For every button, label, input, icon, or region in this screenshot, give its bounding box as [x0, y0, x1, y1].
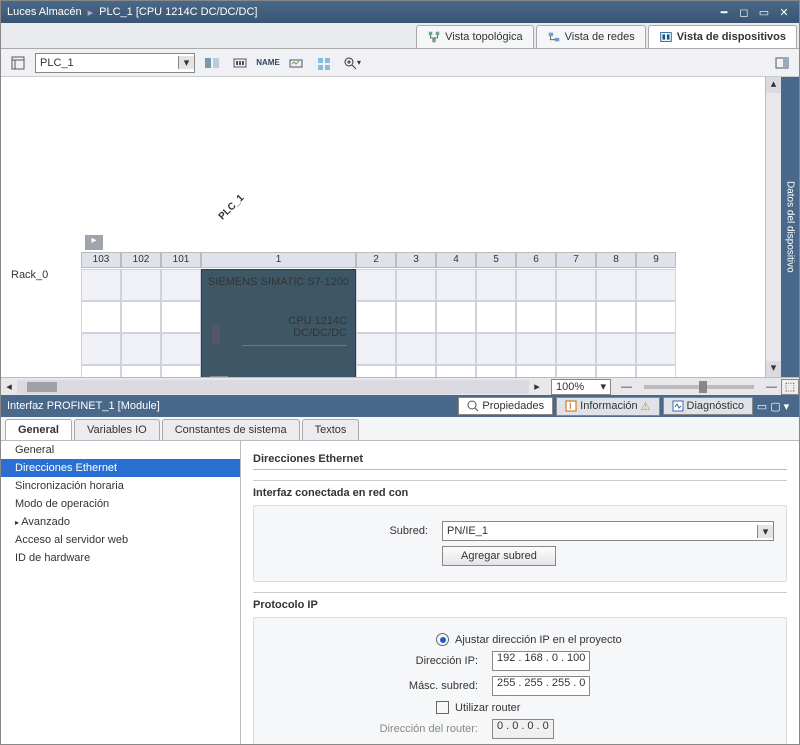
v-scrollbar[interactable]: ▴ ▾ [765, 77, 781, 377]
inspector-title: Interfaz PROFINET_1 [Module] [7, 400, 455, 412]
inspector-body: General Direcciones Ethernet Sincronizac… [1, 441, 799, 744]
toggle-tree-button[interactable] [7, 52, 29, 74]
subnet-combo[interactable]: PN/IE_1▾ [442, 521, 774, 541]
nav-advanced[interactable]: Avanzado [1, 513, 240, 531]
slot-num: 6 [516, 252, 556, 268]
slot-pointer: ▸ [85, 235, 103, 250]
warning-icon: ⚠ [641, 400, 651, 413]
ip-label: Dirección IP: [316, 655, 486, 667]
scroll-down-icon[interactable]: ▾ [766, 361, 781, 377]
slot-num: 2 [356, 252, 396, 268]
inspector-subtabs: General Variables IO Constantes de siste… [1, 417, 799, 441]
nav-mode[interactable]: Modo de operación [1, 495, 240, 513]
view-tab-row: Vista topológica Vista de redes Vista de… [1, 23, 799, 49]
slot-num: 3 [396, 252, 436, 268]
nav-ethernet[interactable]: Direcciones Ethernet [1, 459, 240, 477]
device-toolbar: PLC_1▾ NAME ▾ [1, 49, 799, 77]
router-ip-field: 0.0.0.0 [492, 719, 554, 739]
slot-num: 102 [121, 252, 161, 268]
diag-icon [672, 400, 684, 412]
slot-num: 8 [596, 252, 636, 268]
info-icon: i [565, 400, 577, 412]
property-panel: Direcciones Ethernet Interfaz conectada … [241, 441, 799, 744]
subtab-general[interactable]: General [5, 419, 72, 440]
zoom-slider[interactable] [644, 385, 754, 389]
cpu-led-strip [212, 325, 220, 345]
chevron-down-icon: ▾ [757, 525, 773, 538]
cpu-module[interactable]: SIEMENSSIMATIC S7-1200 CPU 1214C DC/DC/D… [201, 269, 356, 377]
tool-btn-right[interactable] [771, 52, 793, 74]
subtab-vario[interactable]: Variables IO [74, 419, 160, 440]
nav-sync[interactable]: Sincronización horaria [1, 477, 240, 495]
rack-label: Rack_0 [11, 269, 48, 281]
scroll-right-icon[interactable]: ▸ [529, 380, 545, 393]
radio-ip-project[interactable] [436, 633, 449, 646]
subnet-label: Subred: [266, 525, 436, 537]
tool-btn-4[interactable] [285, 52, 307, 74]
inspector-layout-buttons[interactable]: ▭ ▢ ▾ [753, 400, 793, 413]
side-panel-tab[interactable]: Datos del dispositivo [781, 77, 799, 377]
rack-shelf [81, 269, 726, 377]
property-nav-tree: General Direcciones Ethernet Sincronizac… [1, 441, 241, 744]
close-icon[interactable]: ✕ [775, 5, 793, 19]
tool-btn-2[interactable] [229, 52, 251, 74]
group-ip-title: Protocolo IP [253, 593, 787, 617]
slot-num: 5 [476, 252, 516, 268]
zoom-combo[interactable]: 100%▾ [551, 379, 611, 395]
minimize-icon[interactable]: ━ [715, 5, 733, 19]
subtab-text[interactable]: Textos [302, 419, 360, 440]
tab-device[interactable]: Vista de dispositivos [648, 25, 797, 48]
device-combo[interactable]: PLC_1▾ [35, 53, 195, 73]
mask-label: Másc. subred: [316, 680, 486, 692]
tool-btn-1[interactable] [201, 52, 223, 74]
chevron-down-icon: ▾ [600, 380, 606, 393]
tab-properties[interactable]: Propiedades [458, 397, 553, 415]
section-heading: Direcciones Ethernet [253, 449, 787, 470]
device-icon [659, 30, 673, 44]
h-scrollbar[interactable] [17, 380, 529, 394]
add-subnet-button[interactable]: Agregar subred [442, 546, 556, 566]
tab-info[interactable]: iInformación⚠ [556, 397, 659, 416]
tab-topology[interactable]: Vista topológica [416, 25, 533, 48]
scroll-left-icon[interactable]: ◂ [1, 380, 17, 393]
svg-text:i: i [569, 400, 571, 412]
slot-numbers: 103 102 101 1 2 3 4 5 6 7 8 9 [81, 252, 676, 268]
zoom-tool[interactable]: ▾ [341, 52, 363, 74]
topology-icon [427, 30, 441, 44]
canvas-footer: ◂ ▸ 100%▾ — — ⬚ [1, 377, 799, 395]
tab-network[interactable]: Vista de redes [536, 25, 646, 48]
fit-button[interactable]: ⬚ [781, 379, 799, 395]
breadcrumb-project: Luces Almacén [7, 6, 82, 18]
tab-diag[interactable]: Diagnóstico [663, 397, 753, 415]
router-ip-label: Dirección del router: [316, 723, 486, 735]
ethernet-port-icon[interactable]: ▸ [210, 376, 228, 377]
tool-btn-3[interactable]: NAME [257, 52, 279, 74]
scroll-up-icon[interactable]: ▴ [766, 77, 781, 93]
slot-num: 101 [161, 252, 201, 268]
chevron-down-icon: ▾ [178, 56, 194, 69]
restore-icon[interactable]: ◻ [735, 5, 753, 19]
inspector-header: Interfaz PROFINET_1 [Module] Propiedades… [1, 395, 799, 417]
breadcrumb-device: PLC_1 [CPU 1214C DC/DC/DC] [99, 6, 257, 18]
plc-label: PLC_1 [217, 193, 247, 223]
router-checkbox[interactable] [436, 701, 449, 714]
slot-num: 7 [556, 252, 596, 268]
ip-field[interactable]: 192.168.0.100 [492, 651, 590, 671]
slot-num: 103 [81, 252, 121, 268]
nav-general[interactable]: General [1, 441, 240, 459]
slot-num: 1 [201, 252, 356, 268]
network-icon [547, 30, 561, 44]
mask-field[interactable]: 255.255.255.0 [492, 676, 590, 696]
maximize-icon[interactable]: ▭ [755, 5, 773, 19]
nav-hw[interactable]: ID de hardware [1, 549, 240, 567]
window-titlebar: Luces Almacén ▸ PLC_1 [CPU 1214C DC/DC/D… [1, 1, 799, 23]
group-conn-title: Interfaz conectada en red con [253, 481, 787, 505]
slot-num: 4 [436, 252, 476, 268]
tool-btn-5[interactable] [313, 52, 335, 74]
subtab-const[interactable]: Constantes de sistema [162, 419, 300, 440]
device-canvas[interactable]: ▸ PLC_1 103 102 101 1 2 3 4 5 6 7 8 9 Ra… [1, 77, 799, 377]
properties-icon [467, 400, 479, 412]
nav-web[interactable]: Acceso al servidor web [1, 531, 240, 549]
slot-num: 9 [636, 252, 676, 268]
